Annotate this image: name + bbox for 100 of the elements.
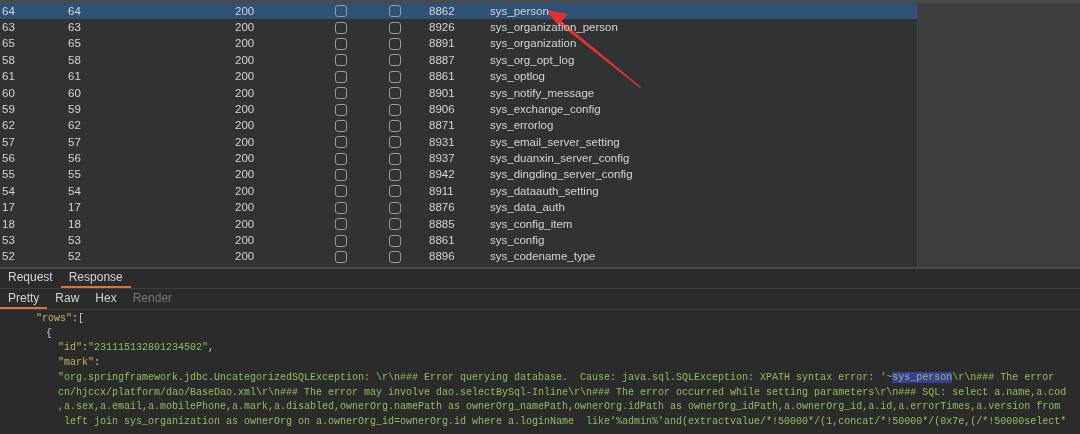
table-row[interactable]: 58 58 200 8887 sys_org_opt_log — [0, 52, 917, 69]
checkbox[interactable] — [389, 103, 401, 116]
table-cell-text: 54 — [67, 183, 82, 199]
table-cell-text: 8896 — [428, 249, 456, 265]
checkbox[interactable] — [335, 218, 347, 231]
checkbox[interactable] — [335, 37, 347, 50]
table-cell-text: 57 — [67, 134, 82, 150]
table-cell-text: 54 — [1, 183, 16, 199]
code-line: { — [45, 326, 53, 341]
checkbox[interactable] — [335, 21, 347, 34]
checkbox[interactable] — [389, 136, 401, 149]
table-cell-text: 55 — [1, 167, 16, 183]
view-tab[interactable]: Hex — [87, 289, 125, 309]
checkbox[interactable] — [389, 119, 401, 132]
table-cell-text: 200 — [234, 36, 256, 52]
table-row[interactable]: 65 65 200 8891 sys_organization — [0, 35, 917, 53]
checkbox[interactable] — [335, 169, 347, 182]
table-row[interactable]: 55 55 200 8942 sys_dingding_server_config — [0, 166, 917, 184]
table-row[interactable]: 59 59 200 8906 sys_exchange_config — [0, 101, 917, 118]
checkbox[interactable] — [389, 218, 401, 231]
checkbox[interactable] — [335, 87, 347, 100]
checkbox[interactable] — [335, 54, 347, 67]
table-row[interactable]: 57 57 200 8931 sys_email_server_setting — [0, 134, 917, 151]
checkbox[interactable] — [335, 136, 347, 149]
table-cell-text: 59 — [67, 101, 82, 117]
table-cell-text: sys_dataauth_setting — [489, 183, 599, 199]
code-line: "id":"231115132801234502", — [57, 341, 216, 356]
table-cell-text: 59 — [1, 101, 16, 117]
table-cell-text: 17 — [67, 200, 82, 216]
table-row[interactable]: 17 17 200 8876 sys_data_auth — [0, 199, 917, 217]
table-cell-text: 8861 — [428, 233, 456, 249]
table-row[interactable]: 56 56 200 8937 sys_duanxin_server_config — [0, 150, 917, 167]
table-row[interactable]: 54 54 200 8911 sys_dataauth_setting — [0, 183, 917, 200]
code-line: "org.springframework.jdbc.UncategorizedSQLException: \r\n### Error querying database. Cause: java.sql.SQLException: XPATH syntax error: '~sys_person\r\n### The error — [57, 370, 1056, 385]
table-cell-text: 61 — [67, 69, 82, 85]
checkbox[interactable] — [389, 234, 401, 247]
table-cell-text: 200 — [234, 3, 256, 19]
checkbox[interactable] — [389, 251, 401, 264]
table-cell-text: 200 — [234, 216, 256, 232]
checkbox[interactable] — [335, 234, 347, 247]
checkbox[interactable] — [335, 103, 347, 116]
table-cell-text: 8885 — [428, 216, 456, 232]
table-cell-text: sys_email_server_setting — [489, 134, 620, 150]
table-cell-text: 18 — [1, 216, 16, 232]
table-cell-text: 8861 — [428, 69, 456, 85]
table-cell-text: 8901 — [428, 85, 456, 101]
table-cell-text: sys_org_opt_log — [489, 52, 575, 68]
table-cell-text: 200 — [234, 101, 256, 117]
table-cell-text: 60 — [1, 85, 16, 101]
table-cell-text: sys_organization — [489, 36, 577, 52]
table-cell-text: sys_person — [489, 3, 549, 19]
checkbox[interactable] — [335, 70, 347, 83]
checkbox[interactable] — [335, 201, 347, 214]
view-tab[interactable]: Pretty — [0, 289, 48, 309]
message-tab[interactable]: Request — [0, 269, 61, 288]
table-cell-text: 8891 — [428, 36, 456, 52]
checkbox[interactable] — [389, 37, 401, 50]
table-cell-text: sys_duanxin_server_config — [489, 151, 630, 167]
code-line: "mark": — [57, 356, 102, 371]
table-cell-text: 63 — [1, 19, 16, 35]
table-row[interactable]: 64 64 200 8862 sys_person — [0, 3, 917, 20]
code-line: cn/hjccx/platform/dao/BaseDao.xml\r\n### The error may involve dao.selectBySql-Inline\r\n### The error occurred while setting parameters\r\n### SQL: select a.name,a.cod — [57, 385, 1068, 400]
checkbox[interactable] — [335, 185, 347, 198]
checkbox[interactable] — [335, 119, 347, 132]
table-cell-text: 61 — [1, 69, 16, 85]
table-cell-text: 200 — [234, 19, 256, 35]
table-cell-text: 8931 — [428, 134, 456, 150]
message-tab[interactable]: Response — [60, 269, 131, 288]
checkbox[interactable] — [389, 152, 401, 165]
checkbox[interactable] — [389, 185, 401, 198]
view-tab[interactable]: Raw — [47, 289, 88, 309]
table-row[interactable]: 60 60 200 8901 sys_notify_message — [0, 84, 917, 102]
table-row[interactable]: 53 53 200 8861 sys_config — [0, 232, 917, 249]
table-cell-text: 8906 — [428, 101, 456, 117]
table-cell-text: 200 — [234, 85, 256, 101]
code-line: ,a.sex,a.email,a.mobilePhone,a.mark,a.disabled,ownerOrg.namePath as ownerOrg_namePath,ownerOrg.idPath as ownerOrg_idPath,a.ownerOrg_id,a.id,a.errorTimes,a.version from — [57, 400, 1062, 415]
table-cell-text: sys_codename_type — [489, 249, 596, 265]
checkbox[interactable] — [335, 152, 347, 165]
table-cell-text: 8887 — [428, 52, 456, 68]
checkbox[interactable] — [389, 201, 401, 214]
table-row[interactable]: 18 18 200 8885 sys_config_item — [0, 216, 917, 233]
checkbox[interactable] — [389, 5, 401, 18]
checkbox[interactable] — [389, 54, 401, 67]
code-line: "rows":[ — [35, 312, 86, 326]
table-cell-text: sys_data_auth — [489, 200, 565, 216]
checkbox[interactable] — [389, 169, 401, 182]
table-row[interactable]: 52 52 200 8896 sys_codename_type — [0, 248, 917, 266]
table-cell-text: 8871 — [428, 118, 456, 134]
table-cell-text: 55 — [67, 167, 82, 183]
checkbox[interactable] — [389, 70, 401, 83]
table-row[interactable]: 61 61 200 8861 sys_optlog — [0, 68, 917, 85]
checkbox[interactable] — [389, 87, 401, 100]
table-row[interactable]: 62 62 200 8871 sys_errorlog — [0, 117, 917, 135]
checkbox[interactable] — [389, 21, 401, 34]
table-cell-text: 60 — [67, 85, 82, 101]
checkbox[interactable] — [335, 251, 347, 264]
table-cell-text: 65 — [67, 36, 82, 52]
checkbox[interactable] — [335, 5, 347, 18]
table-cell-text: 56 — [67, 151, 82, 167]
table-cell-text: sys_notify_message — [489, 85, 595, 101]
